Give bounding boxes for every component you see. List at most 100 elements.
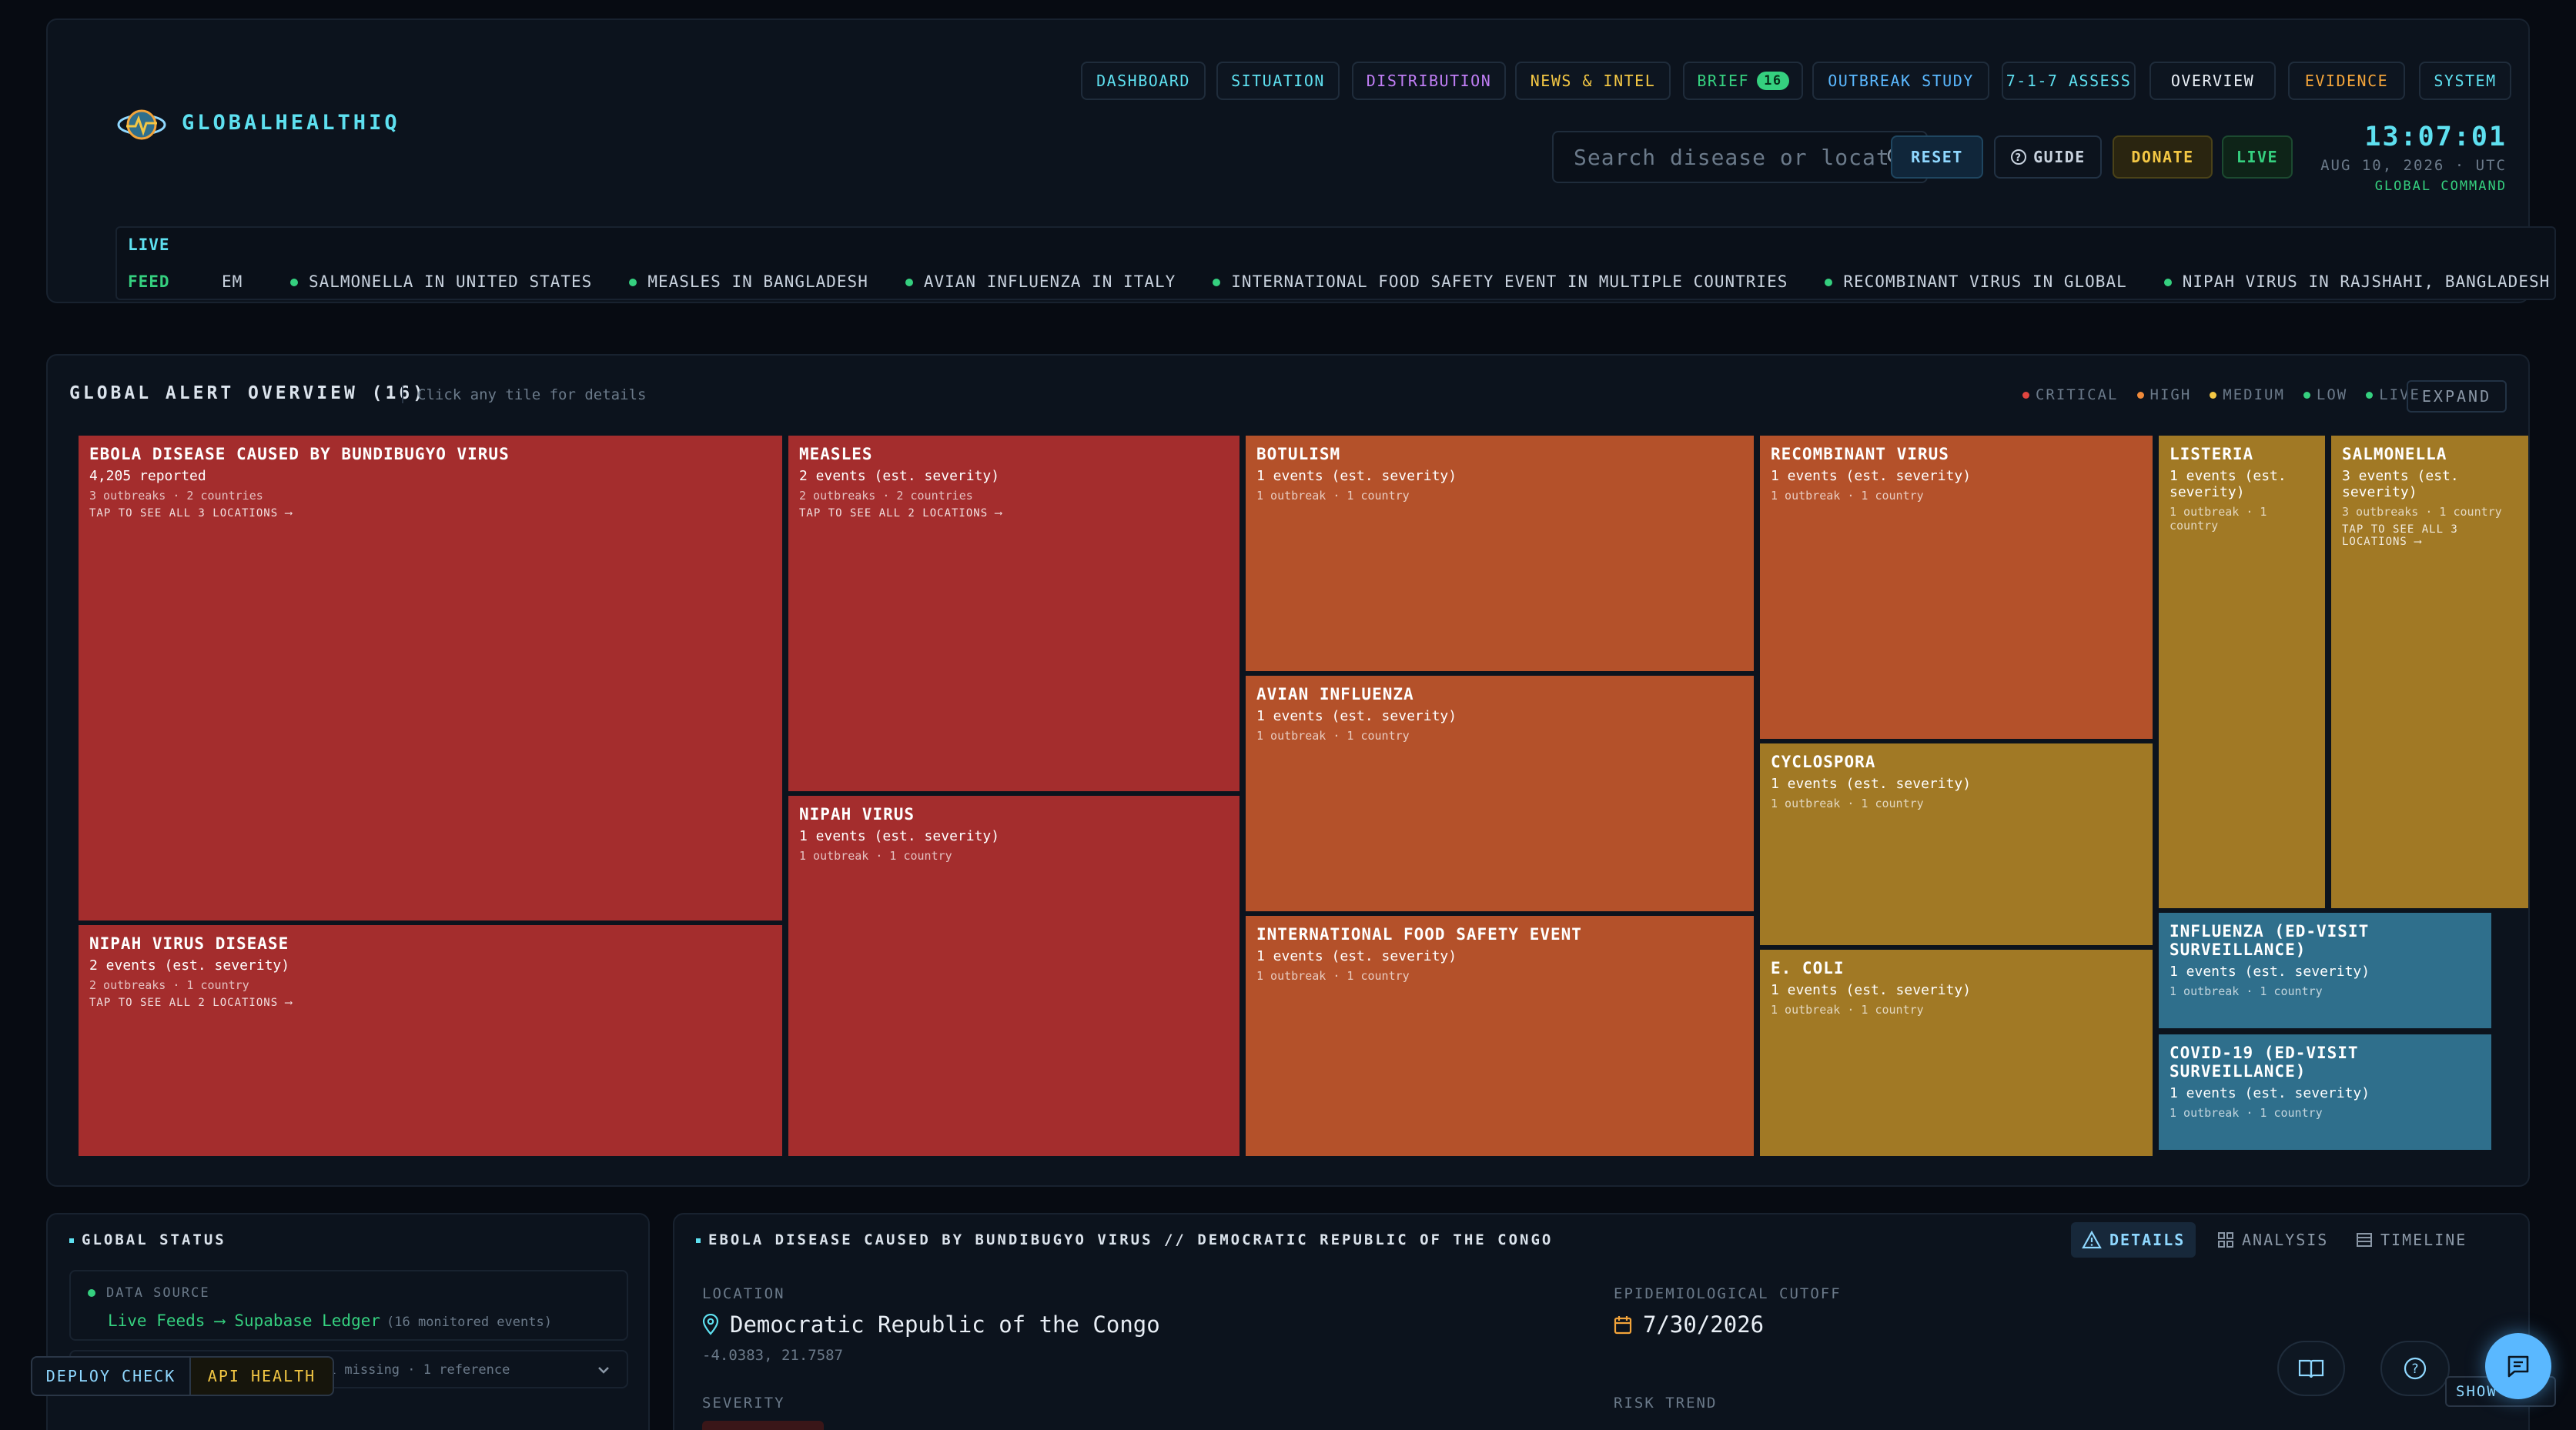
tile-measles[interactable]: MEASLES 2 events (est. severity) 2 outbrea… (788, 436, 1239, 791)
tile-count: 1 events (est. severity) (799, 828, 1000, 844)
tile-avian-influenza[interactable]: AVIAN INFLUENZA 1 events (est. severity) 1… (1246, 676, 1754, 911)
tile-count: 2 events (est. severity) (89, 957, 290, 974)
nav-label: SITUATION (1231, 72, 1325, 90)
nav-situation[interactable]: SITUATION (1216, 62, 1340, 100)
deploy-check-button[interactable]: DEPLOY CHECK (31, 1356, 191, 1396)
api-health-button[interactable]: API HEALTH (189, 1356, 334, 1396)
legend-dot-icon (2136, 392, 2144, 399)
global-status-title: GLOBAL STATUS (69, 1231, 226, 1248)
donate-button[interactable]: DONATE (2113, 135, 2213, 179)
global-status-panel: GLOBAL STATUS DATA SOURCE Live Feeds ⟶ S… (46, 1213, 650, 1430)
nav-news-intel[interactable]: NEWS & INTEL (1515, 62, 1671, 100)
nav-brief[interactable]: BRIEF 16 (1683, 62, 1803, 100)
tile-nipah-virus[interactable]: NIPAH VIRUS 1 events (est. severity) 1 out… (788, 796, 1239, 1156)
live-button[interactable]: LIVE (2222, 135, 2293, 179)
expand-button[interactable]: EXPAND (2407, 380, 2507, 413)
tab-details[interactable]: DETAILS (2071, 1222, 2196, 1258)
tile-recombinant-virus[interactable]: RECOMBINANT VIRUS 1 events (est. severity… (1760, 436, 2153, 739)
ticker-item[interactable]: MEASLES IN BANGLADESH (629, 272, 868, 291)
help-button[interactable]: ? (2380, 1341, 2450, 1396)
tile-name: EBOLA DISEASE CAUSED BY BUNDIBUGYO VIRUS (89, 445, 510, 463)
ticker-item[interactable]: SALMONELLA IN UNITED STATES (289, 272, 592, 291)
tile-count: 1 events (est. severity) (1771, 982, 1972, 998)
nav-overview[interactable]: OVERVIEW (2149, 62, 2276, 100)
tile-botulism[interactable]: BOTULISM 1 events (est. severity) 1 outbre… (1246, 436, 1754, 671)
guide-button[interactable]: ? GUIDE (1994, 135, 2102, 179)
data-source-note: (16 monitored events) (386, 1315, 552, 1330)
tile-count: 3 events (est. severity) (2342, 468, 2459, 500)
map-pin-icon (702, 1314, 719, 1335)
outbreak-detail-panel: EBOLA DISEASE CAUSED BY BUNDIBUGYO VIRUS… (673, 1213, 2530, 1430)
tile-influenza-ed-visit-surveillance[interactable]: INFLUENZA (ED-VISIT SURVEILLANCE) 1 event… (2159, 913, 2491, 1028)
nav-label: 7-1-7 ASSESS (2006, 72, 2132, 90)
overview-title: GLOBAL ALERT OVERVIEW (16) (69, 383, 427, 403)
tile-meta: 3 outbreaks · 1 country (2342, 505, 2502, 519)
coordinates: -4.0383, 21.7587 (702, 1347, 844, 1364)
tile-name: INFLUENZA (ED-VISIT SURVEILLANCE) (2170, 922, 2370, 959)
clock-date: AUG 10, 2026 · UTC (2320, 157, 2507, 174)
tile-nipah-virus-disease[interactable]: NIPAH VIRUS DISEASE 2 events (est. severi… (79, 925, 782, 1156)
nav-distribution[interactable]: DISTRIBUTION (1352, 62, 1506, 100)
nav-system[interactable]: SYSTEM (2419, 62, 2511, 100)
tile-cyclospora[interactable]: CYCLOSPORA 1 events (est. severity) 1 outb… (1760, 743, 2153, 945)
tile-e-coli[interactable]: E. COLI 1 events (est. severity) 1 outbrea… (1760, 950, 2153, 1156)
nav-dashboard[interactable]: DASHBOARD (1081, 62, 1206, 100)
tile-count: 2 events (est. severity) (799, 468, 1000, 484)
live-dot-icon (1825, 279, 1833, 286)
live-dot-icon (289, 279, 298, 286)
nav-label: OUTBREAK STUDY (1828, 72, 1974, 90)
tile-ebola-disease-caused-by-bundibugyo-virus[interactable]: EBOLA DISEASE CAUSED BY BUNDIBUGYO VIRUS… (79, 436, 782, 920)
nav-label: SYSTEM (2434, 72, 2497, 90)
tile-name: BOTULISM (1256, 445, 1341, 463)
tile-meta: 1 outbreak · 1 country (1256, 729, 1410, 743)
ticker-item[interactable]: INTERNATIONAL FOOD SAFETY EVENT IN MULTI… (1213, 272, 1788, 291)
ticker-item[interactable]: RECOMBINANT VIRUS IN GLOBAL (1825, 272, 2126, 291)
tile-name: COVID-19 (ED-VISIT SURVEILLANCE) (2170, 1044, 2359, 1081)
docs-button[interactable] (2277, 1341, 2345, 1396)
ticker-item[interactable]: AVIAN INFLUENZA IN ITALY (905, 272, 1176, 291)
reset-button[interactable]: RESET (1891, 135, 1983, 179)
guide-label: GUIDE (2033, 148, 2086, 166)
tile-name: E. COLI (1771, 959, 1845, 977)
nav-label: BRIEF (1697, 72, 1750, 90)
tab-analysis-label: ANALYSIS (2242, 1231, 2329, 1249)
location-value: Democratic Republic of the Congo (702, 1311, 1160, 1338)
tile-listeria[interactable]: LISTERIA 1 events (est. severity) 1 outbre… (2159, 436, 2325, 908)
ticker-item[interactable]: NIPAH VIRUS IN RAJSHAHI, BANGLADESH (2163, 272, 2551, 291)
chat-button[interactable] (2485, 1333, 2551, 1399)
tile-meta: 1 outbreak · 1 country (2170, 984, 2323, 998)
tab-timeline-label: TIMELINE (2380, 1231, 2467, 1249)
tile-covid-19-ed-visit-surveillance[interactable]: COVID-19 (ED-VISIT SURVEILLANCE) 1 events… (2159, 1034, 2491, 1150)
severity-label: SEVERITY (702, 1395, 785, 1412)
tile-name: MEASLES (799, 445, 873, 463)
tile-name: LISTERIA (2170, 445, 2254, 463)
status-dot-icon (88, 1289, 95, 1297)
risk-trend-label: RISK TREND (1614, 1395, 1718, 1412)
tile-locations-link: TAP TO SEE ALL 3 LOCATIONS ⟶ (2342, 523, 2458, 548)
nav-7-1-7-assess[interactable]: 7-1-7 ASSESS (2002, 62, 2136, 100)
tab-analysis[interactable]: ANALYSIS (2206, 1222, 2339, 1258)
tile-count: 1 events (est. severity) (1771, 776, 1972, 792)
tab-timeline[interactable]: TIMELINE (2345, 1222, 2477, 1258)
tile-international-food-safety-event[interactable]: INTERNATIONAL FOOD SAFETY EVENT 1 events … (1246, 916, 1754, 1156)
brief-count-badge: 16 (1757, 72, 1789, 90)
search-placeholder: Search disease or locati (1574, 144, 1904, 170)
tile-count: 1 events (est. severity) (2170, 1085, 2370, 1101)
search-input[interactable]: Search disease or locati (1552, 131, 1928, 183)
nav-label: NEWS & INTEL (1530, 72, 1656, 90)
svg-text:?: ? (2016, 152, 2022, 164)
tile-meta: 3 outbreaks · 2 countries (89, 489, 263, 503)
tile-count: 1 events (est. severity) (1256, 708, 1457, 724)
book-open-icon (2298, 1359, 2324, 1378)
tile-meta: 1 outbreak · 1 country (1771, 1003, 1924, 1017)
severity-legend: CRITICAL HIGH MEDIUM LOW LIVE (2022, 386, 2420, 403)
nav-evidence[interactable]: EVIDENCE (2288, 62, 2405, 100)
svg-text:?: ? (2411, 1362, 2418, 1377)
tile-locations-link: TAP TO SEE ALL 3 LOCATIONS ⟶ (89, 507, 293, 520)
tile-count: 1 events (est. severity) (1256, 948, 1457, 964)
tile-salmonella[interactable]: SALMONELLA 3 events (est. severity) 3 outb… (2331, 436, 2528, 908)
nav-outbreak-study[interactable]: OUTBREAK STUDY (1812, 62, 1989, 100)
ticker-lead: EM (222, 272, 243, 291)
legend-low: LOW (2303, 386, 2347, 403)
tile-count: 1 events (est. severity) (1771, 468, 1972, 484)
